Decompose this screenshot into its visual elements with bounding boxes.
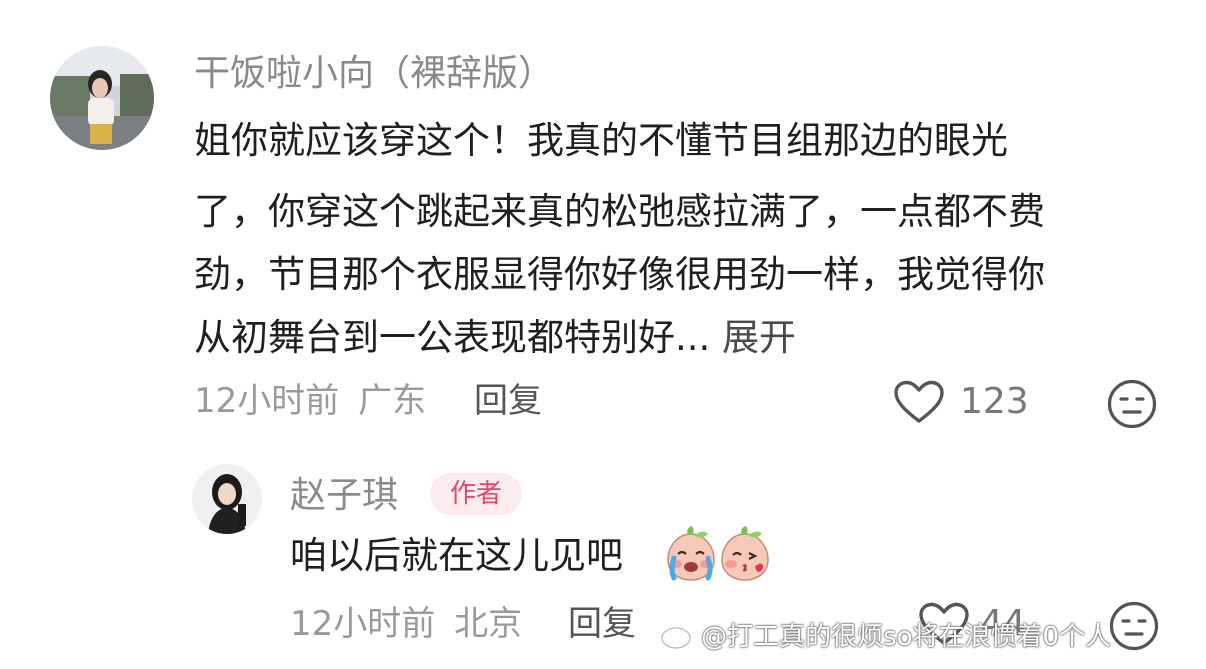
expand-link[interactable]: 展开 [722,316,796,359]
weibo-logo-icon [660,620,696,654]
comment-line-2: 了，你穿这个跳起来真的松弛感拉满了，一点都不费 [194,190,1045,233]
comment-line-4-text: 从初舞台到一公表现都特别好... [194,316,711,359]
watermark-text: @打工真的很烦so将在浪惯着0个人 [701,622,1112,652]
meh-face-icon [1108,600,1160,656]
author-badge: 作者 [430,473,523,515]
comment-location: 广东 [358,381,427,421]
comment-meta: 12小时前 广东 [194,381,426,421]
comment-line-1: 姐你就应该穿这个！我真的不懂节目组那边的眼光 [194,119,1008,162]
comment-like-button[interactable]: 123 [893,378,1043,426]
watermark: @打工真的很烦so将在浪惯着0个人 [660,620,1111,654]
crying-peach-emoji [664,526,718,586]
meh-face-icon [1106,378,1158,434]
comment-like-count: 123 [960,381,1029,422]
commenter-username[interactable]: 干饭啦小向（裸辞版） [194,52,554,96]
commenter-avatar[interactable] [50,46,154,150]
reply-text-row: 咱以后就在这儿见吧 [290,527,623,585]
comment-dislike-button[interactable] [1106,378,1158,430]
comment-line-3: 劲，节目那个衣服显得你好像很用劲一样，我觉得你 [194,253,1045,296]
reply-text: 咱以后就在这儿见吧 [290,534,623,577]
heart-outline-icon [893,380,945,428]
kiss-peach-emoji [718,526,772,586]
reply-time: 12小时前 [290,604,436,644]
comment-reply-button[interactable]: 回复 [474,381,542,421]
comment-line-4: 从初舞台到一公表现都特别好... 展开 [194,309,796,367]
author-username[interactable]: 赵子琪 [290,474,398,518]
reply-reply-button[interactable]: 回复 [568,604,636,644]
reply-location: 北京 [454,604,523,644]
reply-meta: 12小时前 北京 [290,604,522,644]
reply-dislike-button[interactable] [1108,600,1160,652]
author-avatar[interactable] [192,464,262,534]
comment-time: 12小时前 [194,381,340,421]
